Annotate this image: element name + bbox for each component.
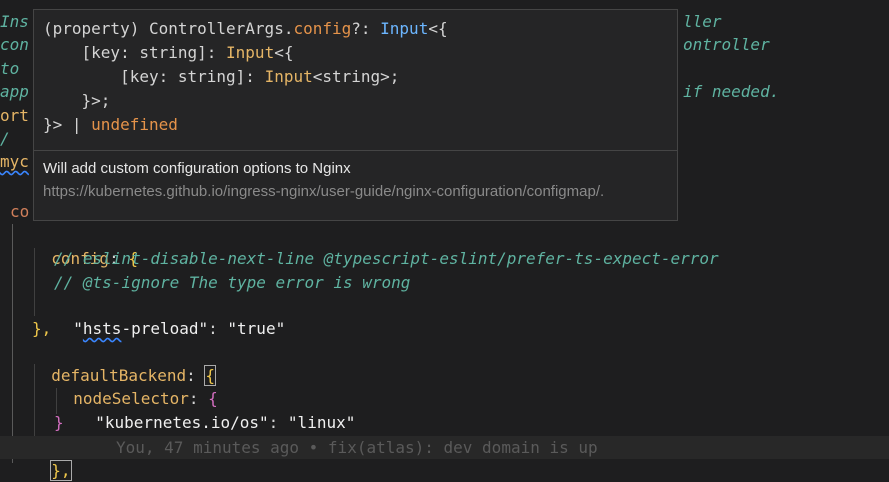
indent-guide <box>12 224 13 463</box>
git-blame-annotation: You, 47 minutes ago • fix(atlas): dev do… <box>116 438 598 457</box>
code-line-5-left: ort <box>0 106 29 125</box>
hover-documentation: Will add custom configuration options to… <box>43 157 663 203</box>
code-line-2-right: ontroller <box>683 35 770 54</box>
code-hsts-line[interactable]: "hsts-preload": "true" <box>54 294 285 338</box>
code-node-selector-line[interactable]: nodeSelector: { <box>54 364 218 408</box>
code-os-line[interactable]: "kubernetes.io/os": "linux" <box>76 388 355 432</box>
code-line-1-left: Ins <box>0 12 29 31</box>
code-line-6-left: / <box>0 129 10 148</box>
code-line-2-left: con <box>0 35 29 54</box>
code-config-line[interactable]: config: { <box>32 224 138 268</box>
code-line-8-left: co <box>10 202 30 221</box>
hsts-squiggle: hsts <box>82 319 122 338</box>
hover-signature: (property) ControllerArgs.config?: Input… <box>43 19 448 134</box>
code-close-default-backend[interactable]: }, <box>32 436 72 481</box>
code-line-4-left: app <box>0 82 29 101</box>
hover-doc-link[interactable]: https://kubernetes.github.io/ingress-ngi… <box>43 180 663 203</box>
code-close-config[interactable]: }, <box>32 317 51 340</box>
code-close-node-selector[interactable]: } <box>54 411 64 434</box>
hsts-value: "true" <box>227 319 286 338</box>
code-default-backend-line[interactable]: defaultBackend: { <box>32 341 216 386</box>
code-comment-eslint[interactable]: // eslint-disable-next-line @typescript-… <box>54 247 719 270</box>
hover-doc-text: Will add custom configuration options to… <box>43 160 351 177</box>
code-comment-ts-ignore[interactable]: // @ts-ignore The type error is wrong <box>54 271 410 294</box>
code-line-1-right: ller <box>683 12 722 31</box>
hover-tooltip: (property) ControllerArgs.config?: Input… <box>33 9 678 221</box>
code-line-3-left: to <box>0 59 20 78</box>
code-line-4-right: if needed. <box>683 82 780 101</box>
code-line-7-left: myc <box>0 152 29 171</box>
hover-divider <box>34 150 677 151</box>
